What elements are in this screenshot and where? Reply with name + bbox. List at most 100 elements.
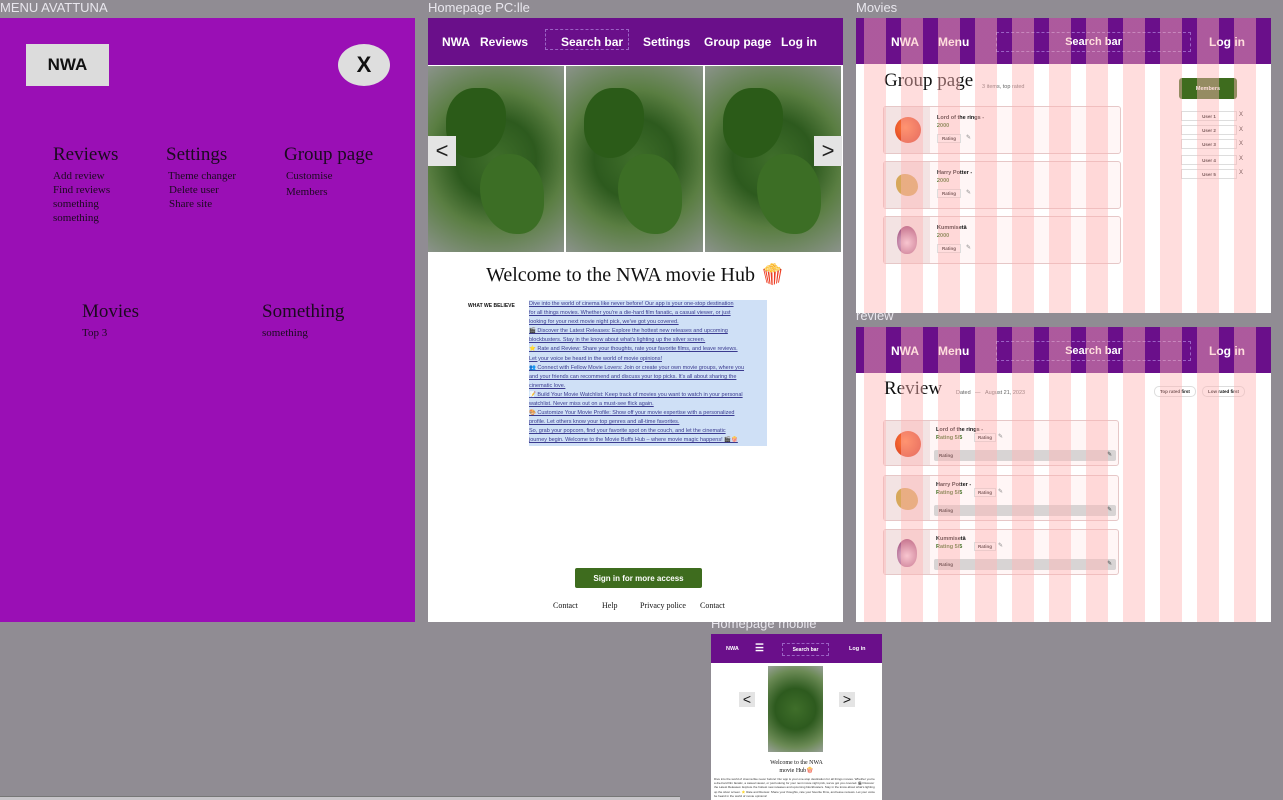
review-card[interactable]: Lord of the rings - Rating 5/5 Rating ✎ … xyxy=(883,420,1119,466)
review-text-field[interactable]: Rating ✎ xyxy=(934,559,1116,570)
review-card[interactable]: Kummisetä Rating 5/5 Rating ✎ Rating ✎ xyxy=(883,529,1119,575)
menu-item[interactable]: Members xyxy=(284,185,373,199)
review-field-label: Rating xyxy=(939,562,953,567)
menu-item[interactable]: Top 3 xyxy=(82,326,139,340)
intro-line: Dive into the world of cinema like never… xyxy=(529,300,767,310)
search-bar[interactable]: Search bar xyxy=(782,643,829,656)
footer-privacy-link[interactable]: Privacy police xyxy=(640,601,686,610)
movie-card[interactable]: Kummisetä 2000 Rating ✎ xyxy=(883,216,1121,264)
rating-field[interactable]: Rating xyxy=(974,433,996,442)
pencil-icon[interactable]: ✎ xyxy=(966,189,971,196)
member-row[interactable]: User 2 xyxy=(1181,125,1237,135)
intro-line: profile. Let others know your top genres… xyxy=(529,418,767,428)
carousel-prev-button[interactable]: < xyxy=(428,136,456,166)
remove-member-button[interactable]: X xyxy=(1239,170,1243,176)
menu-col-settings: Settings Theme changer Delete user Share… xyxy=(166,144,236,211)
welcome-line: movie Hub🍿 xyxy=(779,768,814,774)
top-nav: NWA Reviews Search bar Settings Group pa… xyxy=(428,18,843,65)
believe-label: WHAT WE BELIEVE xyxy=(468,303,515,309)
search-bar[interactable]: Search bar xyxy=(561,35,623,49)
menu-item[interactable]: Delete user xyxy=(166,183,236,197)
remove-member-button[interactable]: X xyxy=(1239,156,1243,162)
carousel-next-button[interactable]: > xyxy=(814,136,842,166)
member-row[interactable]: User 1 xyxy=(1181,111,1237,121)
carousel-next-button[interactable]: > xyxy=(839,692,855,707)
pencil-icon[interactable]: ✎ xyxy=(1107,450,1112,461)
nav-logo[interactable]: NWA xyxy=(891,35,919,49)
menu-item[interactable]: something xyxy=(53,197,118,211)
pencil-icon[interactable]: ✎ xyxy=(998,542,1003,549)
menu-col-title[interactable]: Group page xyxy=(284,144,373,166)
carousel-prev-button[interactable]: < xyxy=(739,692,755,707)
menu-item[interactable]: Theme changer xyxy=(166,169,236,183)
pencil-icon[interactable]: ✎ xyxy=(998,433,1003,440)
rating-field[interactable]: Rating xyxy=(974,488,996,497)
menu-logo[interactable]: NWA xyxy=(26,44,109,86)
member-row[interactable]: User 4 xyxy=(1181,155,1237,165)
review-text-field[interactable]: Rating ✎ xyxy=(934,505,1116,516)
date-separator: — xyxy=(975,390,981,396)
pencil-icon[interactable]: ✎ xyxy=(966,244,971,251)
menu-col-title[interactable]: Something xyxy=(262,301,344,323)
sort-low-rated-button[interactable]: Low rated first xyxy=(1202,386,1246,397)
intro-line: 📝 Build Your Movie Watchlist: Keep track… xyxy=(529,390,767,401)
menu-col-title[interactable]: Reviews xyxy=(53,144,118,166)
review-text-field[interactable]: Rating ✎ xyxy=(934,450,1116,461)
movie-thumbnail xyxy=(884,162,930,208)
member-row[interactable]: User 3 xyxy=(1181,139,1237,149)
menu-item[interactable]: Add review xyxy=(53,169,118,183)
nav-settings[interactable]: Settings xyxy=(643,35,690,49)
nav-login[interactable]: Log in xyxy=(1209,35,1245,49)
dated-label: Dated xyxy=(956,390,971,396)
nav-reviews[interactable]: Reviews xyxy=(480,35,528,49)
search-bar[interactable]: Search bar xyxy=(996,32,1191,52)
movie-thumbnail xyxy=(884,530,930,574)
search-bar[interactable]: Search bar xyxy=(996,341,1191,361)
menu-item[interactable]: Customise xyxy=(284,169,373,183)
movie-card[interactable]: Lord of the rings - 2000 Rating ✎ xyxy=(883,106,1121,154)
pencil-icon[interactable]: ✎ xyxy=(966,134,971,141)
nav-logo[interactable]: NWA xyxy=(726,646,739,652)
rating-field[interactable]: Rating xyxy=(937,189,961,198)
footer-help-link[interactable]: Help xyxy=(602,601,618,610)
remove-member-button[interactable]: X xyxy=(1239,112,1243,118)
sort-top-rated-button[interactable]: Top rated first xyxy=(1154,386,1196,397)
page-subtitle: 3 items, top rated xyxy=(982,84,1025,90)
nav-group-page[interactable]: Group page xyxy=(704,35,771,49)
nav-menu[interactable]: Menu xyxy=(938,344,969,358)
rating-field[interactable]: Rating xyxy=(974,542,996,551)
rating-field[interactable]: Rating xyxy=(937,134,961,143)
pencil-icon[interactable]: ✎ xyxy=(998,488,1003,495)
nav-login[interactable]: Log in xyxy=(849,646,866,652)
intro-line: cinematic love. xyxy=(529,381,767,391)
footer-contact-link[interactable]: Contact xyxy=(553,601,578,610)
member-row[interactable]: User 5 xyxy=(1181,169,1237,179)
movie-title: Kummisetä xyxy=(937,225,967,231)
nav-logo[interactable]: NWA xyxy=(442,35,470,49)
review-card[interactable]: Harry Potter - Rating 5/5 Rating ✎ Ratin… xyxy=(883,475,1119,521)
menu-item[interactable]: something xyxy=(53,211,118,225)
members-button[interactable]: Members xyxy=(1179,78,1237,99)
menu-item[interactable]: something xyxy=(262,326,344,340)
nav-menu[interactable]: Menu xyxy=(938,35,969,49)
pencil-icon[interactable]: ✎ xyxy=(1107,505,1112,516)
nav-login[interactable]: Log in xyxy=(781,35,817,49)
canvas-scrollbar[interactable] xyxy=(0,796,680,800)
hamburger-menu-icon[interactable]: ☰ xyxy=(755,643,764,654)
remove-member-button[interactable]: X xyxy=(1239,127,1243,133)
remove-member-button[interactable]: X xyxy=(1239,141,1243,147)
movie-card[interactable]: Harry Potter - 2000 Rating ✎ xyxy=(883,161,1121,209)
frame-label-movies: Movies xyxy=(856,0,898,15)
sign-in-button[interactable]: Sign in for more access xyxy=(575,568,702,588)
nav-login[interactable]: Log in xyxy=(1209,344,1245,358)
menu-item[interactable]: Find reviews xyxy=(53,183,118,197)
rating-field[interactable]: Rating xyxy=(937,244,961,253)
page-title: Review xyxy=(884,378,943,399)
pencil-icon[interactable]: ✎ xyxy=(1107,559,1112,570)
close-button[interactable]: X xyxy=(338,44,390,86)
menu-item[interactable]: Share site xyxy=(166,197,236,211)
nav-logo[interactable]: NWA xyxy=(891,344,919,358)
menu-col-title[interactable]: Movies xyxy=(82,301,139,323)
footer-contact-link-2[interactable]: Contact xyxy=(700,601,725,610)
menu-col-title[interactable]: Settings xyxy=(166,144,236,166)
